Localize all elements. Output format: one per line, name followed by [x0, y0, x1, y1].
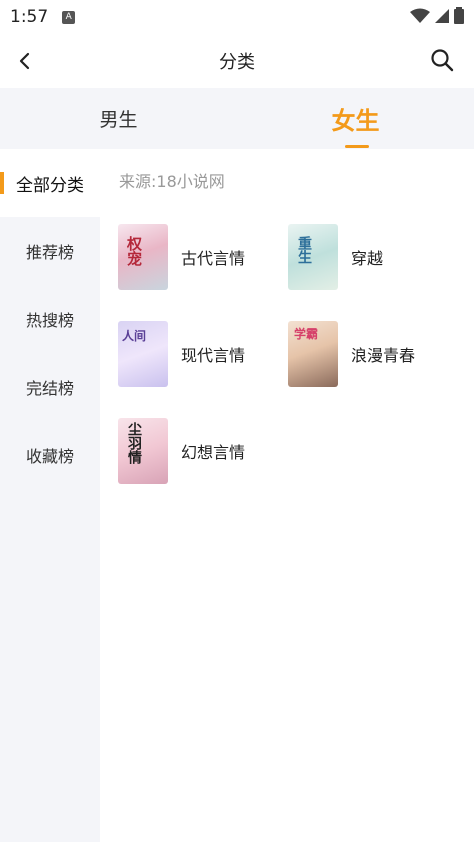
wifi-icon: [410, 8, 430, 23]
category-modern-romance[interactable]: 人间 现代言情: [118, 321, 245, 387]
status-indicators: [410, 7, 464, 24]
page-title: 分类: [219, 52, 255, 73]
sidebar-item-hot-search[interactable]: 热搜榜: [0, 285, 100, 353]
status-time: 1:57: [10, 7, 49, 27]
sidebar-item-recommended[interactable]: 推荐榜: [0, 217, 100, 285]
sidebar-item-all-categories[interactable]: 全部分类: [0, 149, 100, 217]
sidebar-active-indicator: [0, 172, 4, 194]
top-app-bar: 分类: [0, 34, 474, 88]
status-bar: 1:57 A: [0, 0, 474, 34]
category-label: 浪漫青春: [351, 346, 416, 365]
book-cover: 重生: [288, 224, 338, 290]
category-label: 幻想言情: [181, 443, 246, 462]
sidebar-item-label: 热搜榜: [25, 311, 74, 330]
book-cover: 权宠: [118, 224, 168, 290]
category-ancient-romance[interactable]: 权宠 古代言情: [118, 224, 245, 290]
source-label: 来源:18小说网: [119, 172, 225, 191]
signal-icon: [435, 8, 449, 23]
category-label: 古代言情: [181, 249, 246, 268]
sidebar-item-label: 完结榜: [25, 379, 74, 398]
search-icon: [431, 49, 454, 72]
app-notification-icon: A: [62, 10, 76, 24]
book-cover: 学霸: [288, 321, 338, 387]
tab-female[interactable]: 女生: [237, 88, 474, 149]
sidebar-item-label: 全部分类: [16, 175, 84, 196]
category-label: 现代言情: [181, 346, 246, 365]
book-cover: 人间: [118, 321, 168, 387]
search-button[interactable]: [428, 46, 456, 74]
sidebar-item-label: 收藏榜: [25, 447, 74, 466]
sidebar-item-completed[interactable]: 完结榜: [0, 353, 100, 421]
category-fantasy-romance[interactable]: 尘羽情 幻想言情: [118, 418, 245, 484]
sidebar-item-label: 推荐榜: [25, 243, 74, 262]
battery-icon: [454, 7, 464, 24]
tab-male[interactable]: 男生: [0, 88, 237, 149]
sidebar-item-favorites[interactable]: 收藏榜: [0, 421, 100, 489]
active-tab-indicator: [345, 145, 369, 148]
gender-tabs: 男生 女生: [0, 88, 474, 149]
book-cover: 尘羽情: [118, 418, 168, 484]
category-label: 穿越: [351, 249, 384, 268]
category-time-travel[interactable]: 重生 穿越: [288, 224, 383, 290]
sidebar: 全部分类 推荐榜 热搜榜 完结榜 收藏榜: [0, 149, 100, 842]
category-youth-romance[interactable]: 学霸 浪漫青春: [288, 321, 415, 387]
